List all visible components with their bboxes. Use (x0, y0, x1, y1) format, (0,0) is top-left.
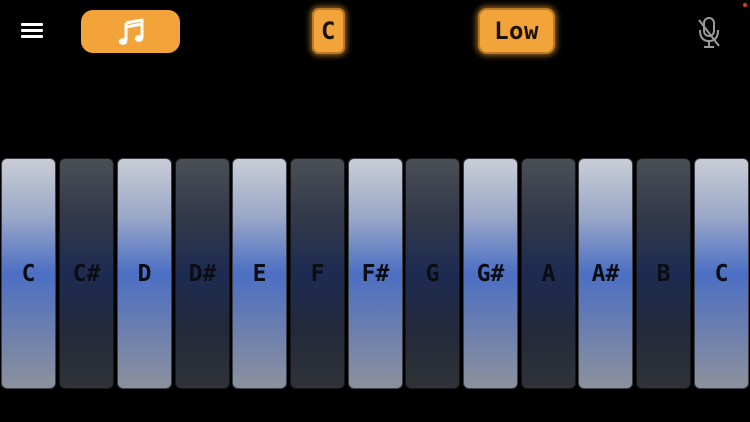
key-label: F (310, 260, 325, 287)
music-note-icon (118, 18, 143, 45)
key-label: G# (476, 260, 505, 287)
microphone-muted-icon (698, 17, 720, 48)
key-b[interactable]: B (636, 158, 691, 389)
key-a[interactable]: A (521, 158, 576, 389)
hamburger-menu-icon (18, 23, 46, 38)
key-label: E (252, 260, 267, 287)
key-g[interactable]: G (405, 158, 460, 389)
key-c-low[interactable]: C (1, 158, 56, 389)
music-mode-button[interactable] (81, 10, 180, 53)
menu-button[interactable] (18, 20, 46, 44)
microphone-button[interactable] (696, 16, 722, 50)
key-label: C# (72, 260, 101, 287)
key-c-sharp[interactable]: C# (59, 158, 114, 389)
key-select-button[interactable]: C (312, 8, 345, 54)
key-label: A (541, 260, 556, 287)
key-d-sharp[interactable]: D# (175, 158, 230, 389)
octave-select-button[interactable]: Low (478, 8, 555, 54)
key-f[interactable]: F (290, 158, 345, 389)
pitch-pipe-app: C Low C C# D D# E F F# G G# A A# B C (0, 0, 750, 422)
key-label: D# (188, 260, 217, 287)
status-indicator (743, 3, 747, 7)
key-g-sharp[interactable]: G# (463, 158, 518, 389)
key-label: D (137, 260, 152, 287)
note-keyboard: C C# D D# E F F# G G# A A# B C (0, 158, 750, 389)
key-d[interactable]: D (117, 158, 172, 389)
key-c-high[interactable]: C (694, 158, 749, 389)
key-a-sharp[interactable]: A# (578, 158, 633, 389)
octave-select-label: Low (494, 17, 539, 45)
key-select-label: C (321, 17, 336, 45)
key-label: F# (361, 260, 390, 287)
key-label: C (714, 260, 729, 287)
key-label: A# (591, 260, 620, 287)
key-f-sharp[interactable]: F# (348, 158, 403, 389)
key-label: C (21, 260, 36, 287)
key-label: G (425, 260, 440, 287)
key-e[interactable]: E (232, 158, 287, 389)
key-label: B (656, 260, 671, 287)
